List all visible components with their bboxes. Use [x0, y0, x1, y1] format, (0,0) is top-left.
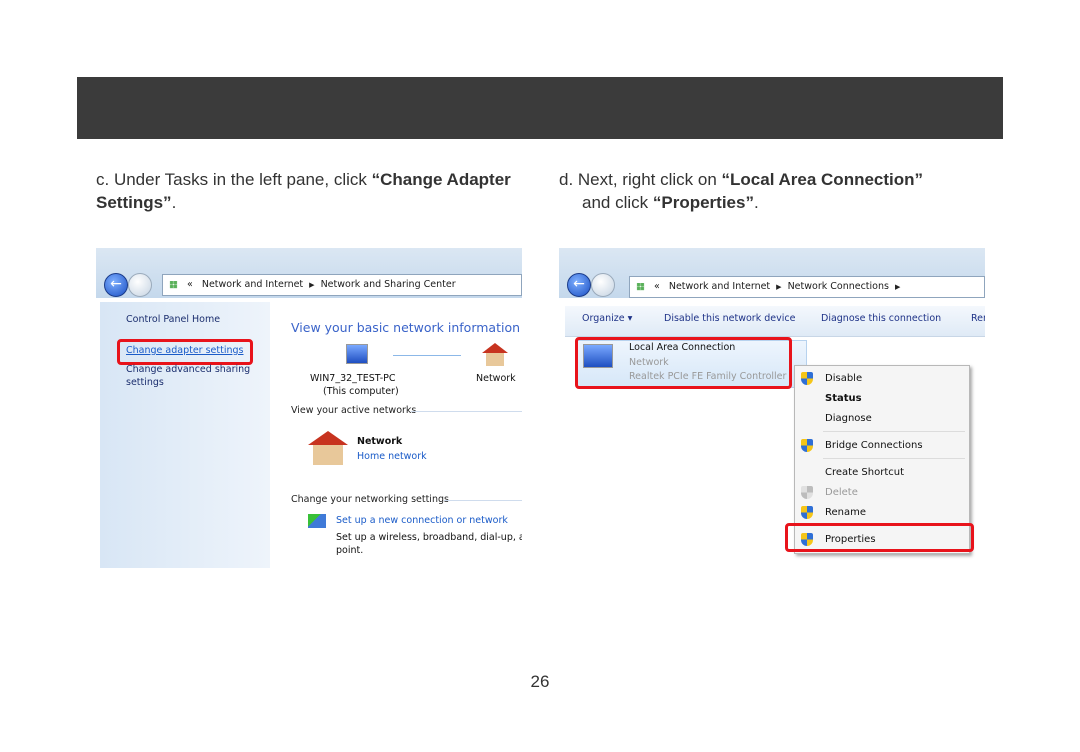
menu-item-rename[interactable]: Rename [825, 507, 866, 518]
rename-button[interactable]: Ren [971, 313, 985, 324]
organize-button[interactable]: Organize ▾ [582, 313, 632, 324]
caption-text: d. Next, right click on [559, 170, 722, 189]
home-network-icon-body [313, 445, 343, 465]
breadcrumb-network-internet[interactable]: Network and Internet [669, 281, 770, 292]
breadcrumb-network-connections[interactable]: Network Connections [788, 281, 889, 292]
manual-page: c. Under Tasks in the left pane, click “… [0, 0, 1080, 752]
forward-button[interactable] [128, 273, 152, 297]
step-d-caption: d. Next, right click on “Local Area Conn… [559, 168, 999, 214]
menu-item-bridge[interactable]: Bridge Connections [825, 440, 923, 451]
active-network-name: Network [357, 436, 403, 447]
network-connections-icon: ▦ [636, 281, 645, 292]
menu-separator [823, 458, 965, 459]
home-network-icon [308, 431, 348, 445]
back-button[interactable]: ← [104, 273, 128, 297]
diagnose-button[interactable]: Diagnose this connection [821, 313, 941, 324]
network-icon: ▦ [169, 279, 178, 290]
page-title: View your basic network information ar [291, 320, 522, 335]
change-settings-heading: Change your networking settings [291, 494, 449, 505]
caption-text: . [171, 193, 177, 212]
page-number: 26 [530, 672, 550, 691]
shield-icon [801, 372, 813, 385]
breadcrumb-sharing-center[interactable]: Network and Sharing Center [321, 279, 456, 290]
menu-separator [823, 431, 965, 432]
address-bar[interactable]: ▦ « Network and Internet ▶ Network and Sha… [162, 274, 522, 296]
breadcrumb-network-internet[interactable]: Network and Internet [202, 279, 303, 290]
menu-item-diagnose[interactable]: Diagnose [825, 413, 872, 424]
menu-item-delete: Delete [825, 487, 858, 498]
disable-device-button[interactable]: Disable this network device [664, 313, 795, 324]
house-icon-body [486, 353, 504, 366]
menu-item-create-shortcut[interactable]: Create Shortcut [825, 467, 904, 478]
highlight-box [785, 523, 974, 552]
change-advanced-sharing-link-cont[interactable]: settings [126, 377, 164, 388]
highlight-box [117, 339, 253, 365]
caption-bold: “Local Area Connection” [721, 170, 924, 189]
setup-description: Set up a wireless, broadband, dial-up, a… [336, 532, 522, 543]
highlight-box [575, 337, 792, 389]
back-button[interactable]: ← [567, 273, 591, 297]
network-sharing-center-screenshot: ← ▦ « Network and Internet ▶ Network and S… [96, 248, 522, 568]
caption-text: . [753, 193, 759, 212]
forward-button[interactable] [591, 273, 615, 297]
breadcrumb-chevron: « [654, 281, 660, 292]
menu-item-status[interactable]: Status [825, 393, 862, 404]
menu-item-disable[interactable]: Disable [825, 373, 862, 384]
header-bar [77, 77, 1003, 139]
house-icon [482, 343, 508, 353]
network-label[interactable]: Network [476, 373, 516, 384]
new-connection-icon [308, 514, 326, 528]
address-bar[interactable]: ▦ « Network and Internet ▶ Network Connect… [629, 276, 985, 298]
home-network-link[interactable]: Home network [357, 451, 427, 462]
breadcrumb-arrow-icon: ▶ [776, 283, 782, 291]
divider [411, 411, 522, 412]
active-networks-heading: View your active networks [291, 405, 417, 416]
computer-name: WIN7_32_TEST-PC [310, 373, 396, 384]
divider [444, 500, 522, 501]
change-advanced-sharing-link[interactable]: Change advanced sharing [126, 364, 250, 375]
shield-icon [801, 506, 813, 519]
breadcrumb-chevron: « [187, 279, 193, 290]
breadcrumb-arrow-icon: ▶ [894, 283, 901, 291]
caption-text: and click [582, 193, 653, 212]
breadcrumb-arrow-icon: ▶ [309, 281, 315, 289]
shield-icon [801, 439, 813, 452]
setup-description-cont: point. [336, 545, 364, 556]
computer-sub: (This computer) [323, 386, 399, 397]
connection-line [393, 355, 461, 356]
shield-icon [801, 486, 813, 499]
caption-text: c. Under Tasks in the left pane, click [96, 170, 372, 189]
step-c-caption: c. Under Tasks in the left pane, click “… [96, 168, 516, 214]
network-connections-screenshot: ← ▦ « Network and Internet ▶ Network Conne… [559, 248, 985, 585]
caption-bold: “Properties” [652, 193, 754, 212]
computer-icon [346, 344, 368, 364]
control-panel-home-link[interactable]: Control Panel Home [126, 314, 220, 325]
setup-connection-link[interactable]: Set up a new connection or network [336, 515, 508, 526]
